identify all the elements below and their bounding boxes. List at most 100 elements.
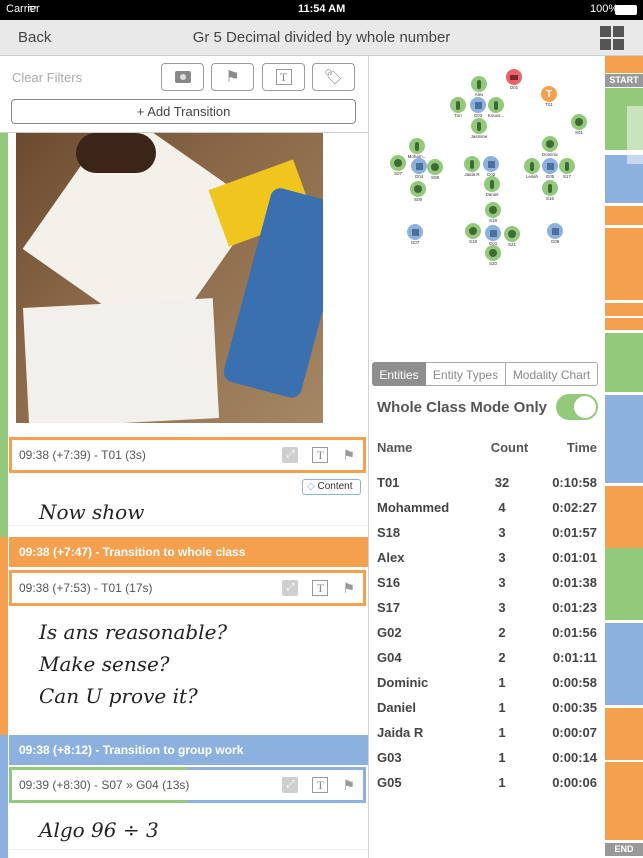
- map-node[interactable]: [484, 176, 500, 192]
- table-row[interactable]: G05 1 0:00:06: [377, 770, 597, 795]
- table-row[interactable]: G04 2 0:01:11: [377, 645, 597, 670]
- grid-icon[interactable]: [600, 26, 624, 50]
- table-row[interactable]: Alex 3 0:01:01: [377, 545, 597, 570]
- map-node[interactable]: [411, 158, 427, 174]
- timeline-segment-orange[interactable]: [605, 708, 643, 760]
- observation-photo[interactable]: [16, 133, 323, 423]
- map-node[interactable]: [485, 202, 501, 218]
- student-icon: [394, 159, 402, 167]
- map-node[interactable]: [390, 155, 406, 171]
- map-node[interactable]: [524, 158, 540, 174]
- map-node[interactable]: [571, 114, 587, 130]
- map-node[interactable]: [464, 156, 480, 172]
- table-row[interactable]: Jaida R 1 0:00:07: [377, 720, 597, 745]
- table-row[interactable]: G02 2 0:01:56: [377, 620, 597, 645]
- timeline-segment-orange[interactable]: [605, 228, 643, 300]
- map-node[interactable]: [470, 97, 486, 113]
- timeline-segment-green[interactable]: [605, 333, 643, 392]
- table-row[interactable]: Dominic 1 0:00:58: [377, 670, 597, 695]
- tab-entities[interactable]: Entities: [372, 362, 426, 386]
- timeline-segment-orange[interactable]: [605, 486, 643, 540]
- battery-level: 100%: [590, 3, 619, 15]
- table-row[interactable]: T01 32 0:10:58: [377, 470, 597, 495]
- flag-icon[interactable]: ⚑: [342, 447, 355, 464]
- classroom-map[interactable]: D01 T T01 Alex Tori G03 Kouss... Jasmine S01 Moha…: [369, 56, 605, 286]
- timeline-segment-orange[interactable]: [605, 827, 643, 840]
- map-node[interactable]: [471, 118, 487, 134]
- map-node[interactable]: [506, 69, 522, 85]
- timeline-segment-green[interactable]: [605, 548, 643, 620]
- map-node[interactable]: [504, 226, 520, 242]
- column-time[interactable]: Time: [537, 440, 597, 455]
- event-card[interactable]: 09:38 (+7:39) - T01 (3s) ⤢ T ⚑: [9, 437, 366, 473]
- map-node[interactable]: [485, 225, 501, 241]
- mode-strip-whole-class: [0, 537, 8, 735]
- entity-count: 3: [498, 550, 506, 565]
- event-card[interactable]: 09:39 (+8:30) - S07 » G04 (13s) ⤢ T ⚑: [9, 767, 366, 803]
- person-icon: [470, 159, 474, 169]
- event-label: 09:39 (+8:30) - S07 » G04 (13s): [19, 778, 190, 792]
- map-node[interactable]: [559, 158, 575, 174]
- timeline-segment-blue[interactable]: [605, 623, 643, 705]
- text-filter-button[interactable]: T: [262, 63, 305, 91]
- whole-class-toggle[interactable]: [556, 394, 598, 420]
- session-timeline[interactable]: START END: [605, 56, 643, 858]
- flag-icon[interactable]: ⚑: [342, 777, 355, 794]
- flag-filter-button[interactable]: ⚑: [211, 63, 254, 91]
- column-count[interactable]: Count: [482, 440, 537, 455]
- flag-icon[interactable]: ⚑: [342, 580, 355, 597]
- content-tag[interactable]: ◇ Content: [302, 479, 361, 495]
- table-row[interactable]: S18 3 0:01:57: [377, 520, 597, 545]
- table-row[interactable]: Daniel 1 0:00:35: [377, 695, 597, 720]
- map-node[interactable]: [410, 181, 426, 197]
- timeline-segment-orange[interactable]: [605, 762, 643, 827]
- timeline-segment-orange[interactable]: [605, 206, 643, 225]
- timeline-segment-orange[interactable]: [605, 303, 643, 316]
- entity-count: 3: [498, 600, 506, 615]
- map-node[interactable]: [488, 97, 504, 113]
- timeline-scrubber[interactable]: [627, 106, 643, 164]
- map-node[interactable]: [547, 223, 563, 239]
- map-node[interactable]: [471, 76, 487, 92]
- table-row[interactable]: Mohammed 4 0:02:27: [377, 495, 597, 520]
- map-node[interactable]: [409, 138, 425, 154]
- map-node[interactable]: [407, 224, 423, 240]
- timeline-segment-blue[interactable]: [605, 395, 643, 483]
- expand-icon[interactable]: ⤢: [282, 447, 299, 463]
- tab-entity-types[interactable]: Entity Types: [426, 362, 506, 386]
- event-label: 09:38 (+7:53) - T01 (17s): [19, 581, 153, 595]
- text-icon: T: [275, 69, 292, 85]
- tag-filter-button[interactable]: 🏷︎: [312, 63, 355, 91]
- map-node[interactable]: [542, 158, 558, 174]
- add-transition-button[interactable]: + Add Transition: [11, 99, 356, 124]
- table-row[interactable]: S16 3 0:01:38: [377, 570, 597, 595]
- transition-header[interactable]: 09:38 (+7:47) - Transition to whole clas…: [9, 537, 368, 567]
- column-name[interactable]: Name: [377, 440, 482, 455]
- map-node[interactable]: [450, 97, 466, 113]
- text-icon[interactable]: T: [312, 580, 329, 596]
- node-label: G08: [550, 239, 560, 244]
- map-node[interactable]: [485, 245, 501, 261]
- text-icon[interactable]: T: [312, 447, 329, 463]
- table-row[interactable]: S17 3 0:01:23: [377, 595, 597, 620]
- map-node[interactable]: [542, 136, 558, 152]
- timeline-segment-orange[interactable]: [605, 540, 643, 548]
- event-card[interactable]: 09:38 (+7:53) - T01 (17s) ⤢ T ⚑: [9, 570, 366, 606]
- entity-count: 3: [498, 525, 506, 540]
- timeline-segment-orange[interactable]: [605, 318, 643, 330]
- camera-filter-button[interactable]: [161, 63, 204, 91]
- table-row[interactable]: G03 1 0:00:14: [377, 745, 597, 770]
- map-node[interactable]: T: [541, 86, 557, 102]
- map-node[interactable]: [427, 159, 443, 175]
- map-node[interactable]: [542, 180, 558, 196]
- tab-modality-chart[interactable]: Modality Chart: [506, 362, 598, 386]
- transition-header[interactable]: 09:38 (+8:12) - Transition to group work: [9, 735, 368, 765]
- clear-filters-button[interactable]: Clear Filters: [12, 70, 82, 85]
- timeline-segment-orange[interactable]: [605, 56, 643, 73]
- text-icon[interactable]: T: [312, 777, 329, 793]
- node-label: T01: [545, 102, 553, 107]
- expand-icon[interactable]: ⤢: [282, 777, 299, 793]
- map-node[interactable]: [465, 223, 481, 239]
- map-node[interactable]: [483, 156, 499, 172]
- expand-icon[interactable]: ⤢: [282, 580, 299, 596]
